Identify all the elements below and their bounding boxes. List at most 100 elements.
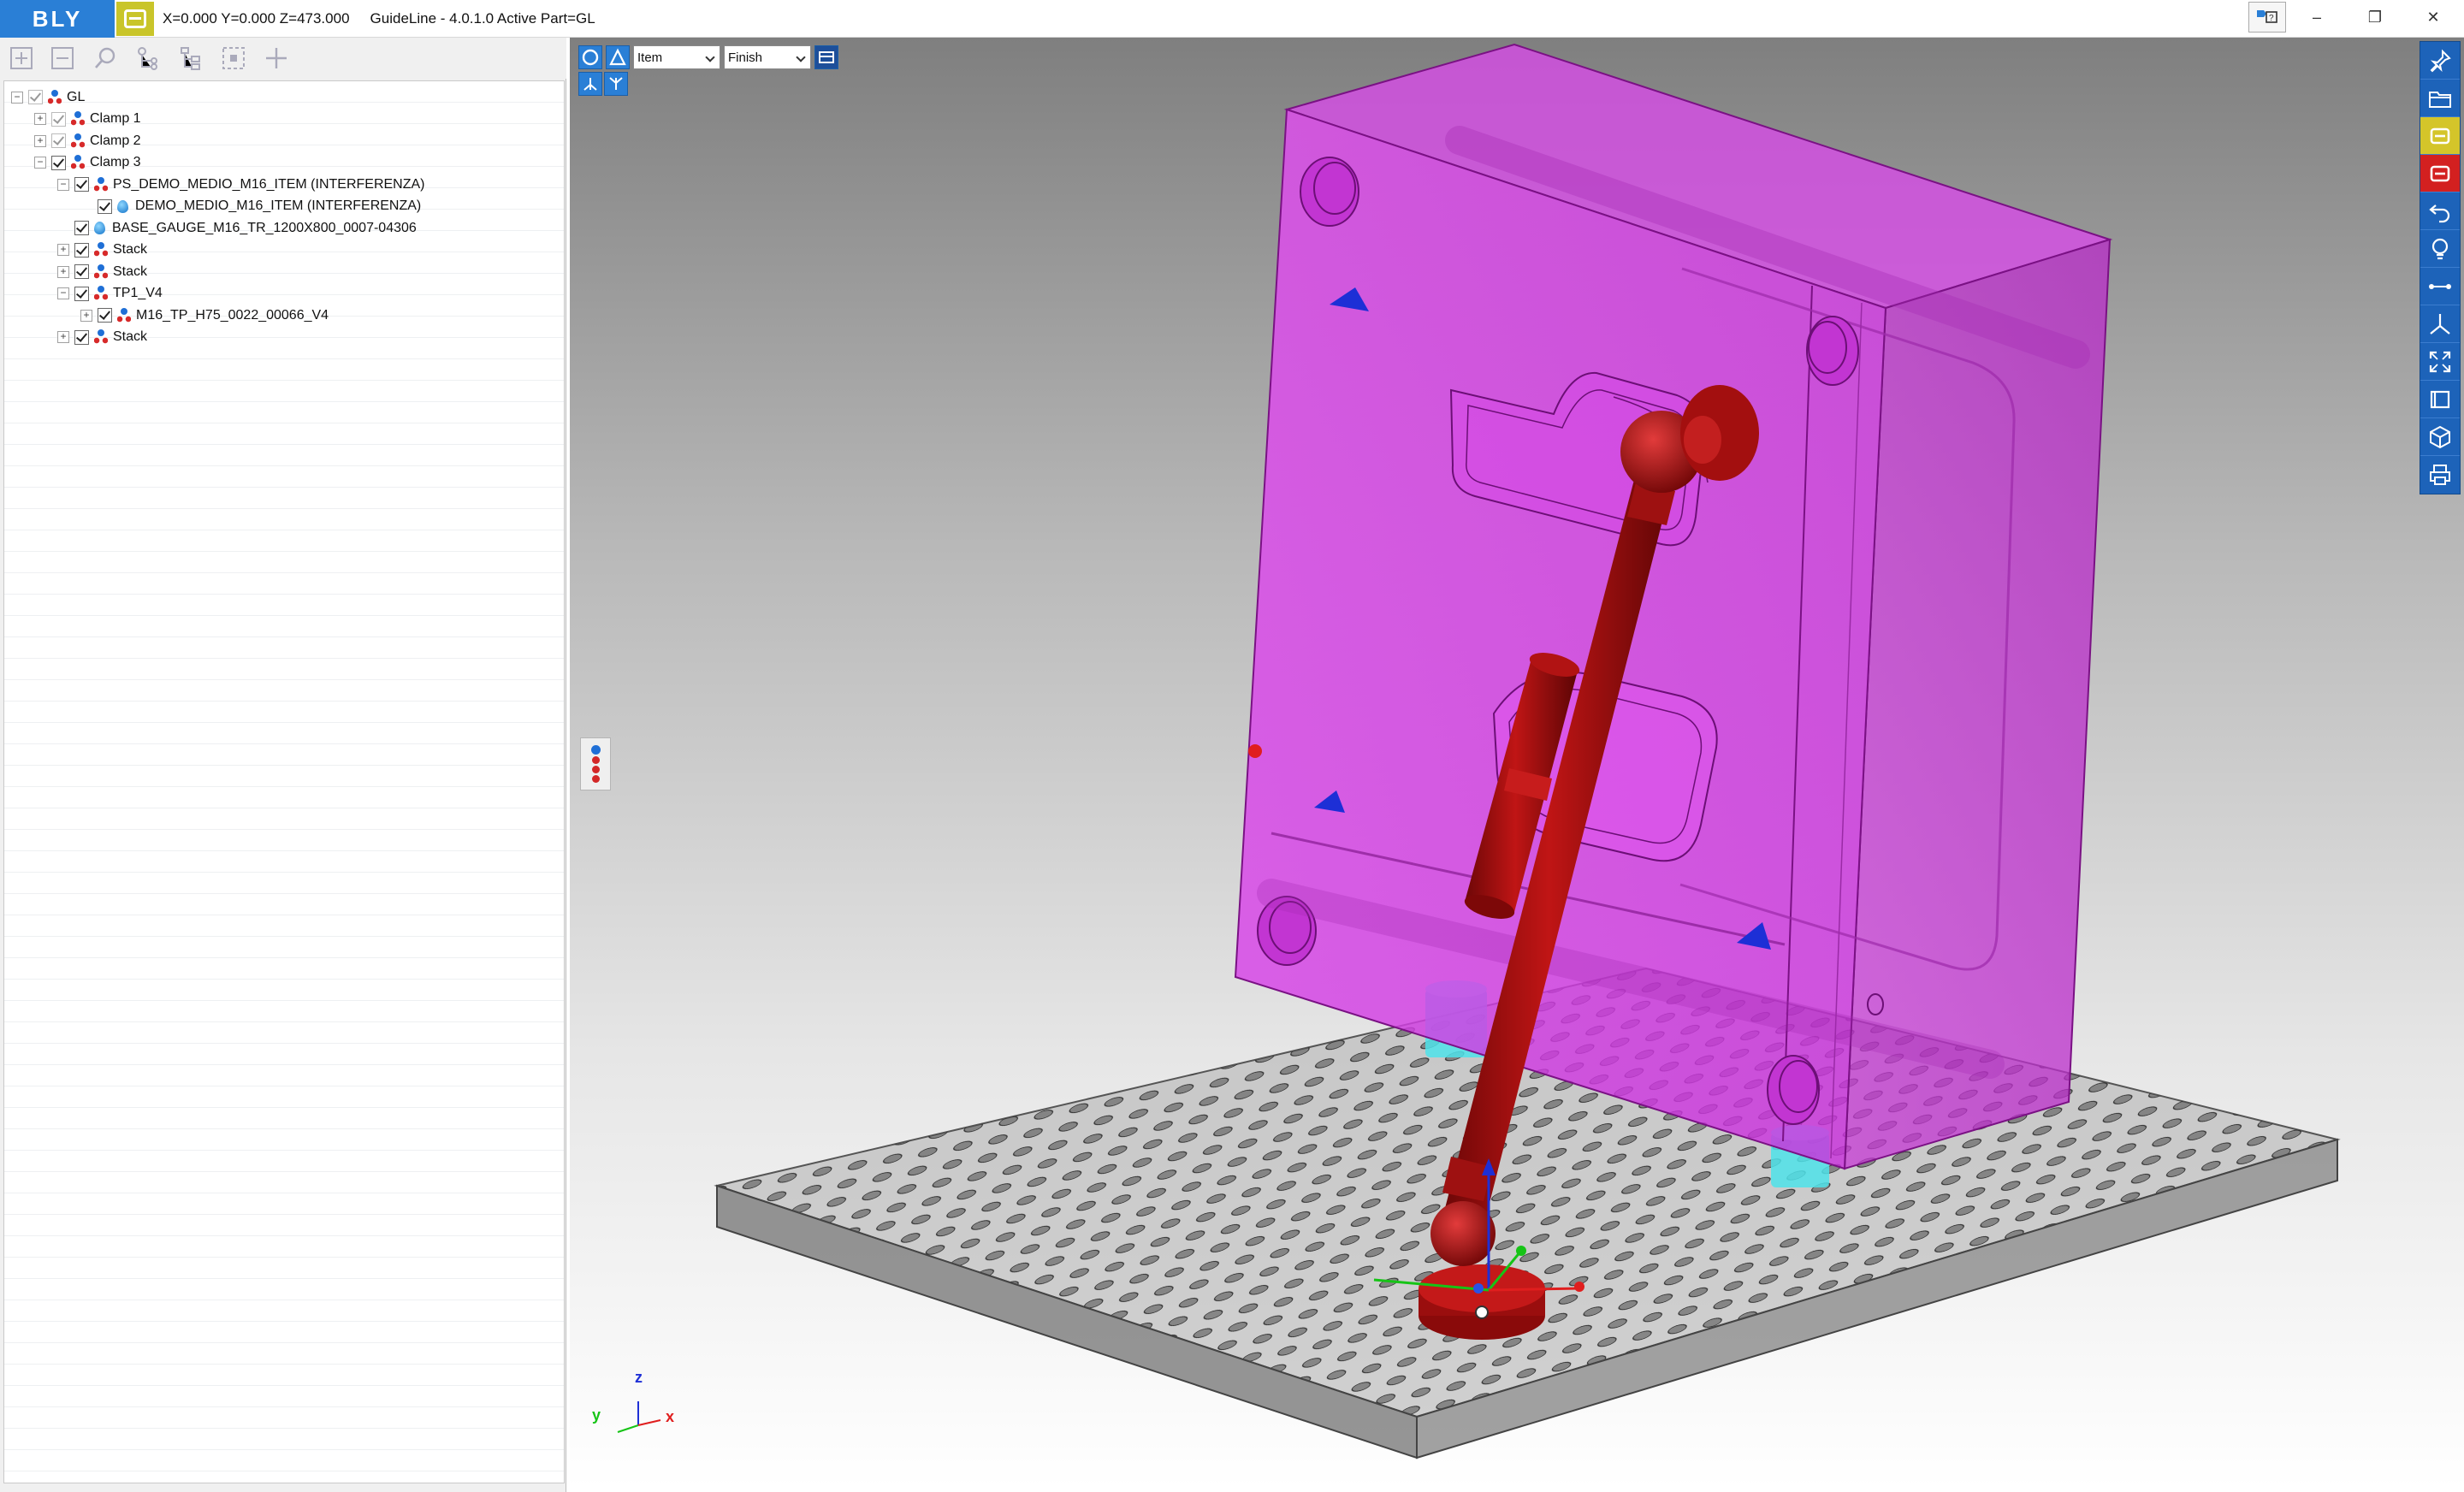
window-title: X=0.000 Y=0.000 Z=473.000 GuideLine - 4.0…	[163, 10, 595, 27]
item-select[interactable]: Item	[633, 45, 720, 69]
visibility-checkbox[interactable]	[74, 242, 89, 258]
section-view-icon[interactable]	[578, 72, 602, 96]
tree-item[interactable]: + Clamp 1	[34, 109, 141, 130]
part-icon	[94, 222, 105, 234]
search-icon[interactable]	[89, 43, 121, 74]
tree-item[interactable]: + Stack	[57, 327, 147, 348]
visibility-checkbox[interactable]	[74, 221, 89, 235]
3d-viewport[interactable]: z y x Item Finish	[570, 38, 2464, 1489]
view-toolbar-secondary	[578, 72, 628, 96]
finish-select[interactable]: Finish	[724, 45, 811, 69]
shading-mode-icon[interactable]	[578, 45, 602, 69]
tree-item[interactable]: + Stack	[57, 240, 147, 261]
expand-toggle[interactable]: +	[34, 134, 46, 147]
tree-item-label: BASE_GAUGE_M16_TR_1200X800_0007-04306	[112, 220, 417, 235]
coordinate-readout: X=0.000 Y=0.000 Z=473.000	[163, 10, 350, 27]
assembly-tree-panel: − GL + Clamp 1 + Clamp 2 − Clamp 3 − PS_DEMO_MEDI…	[0, 38, 566, 1492]
visibility-checkbox[interactable]	[51, 155, 66, 170]
group-icon	[94, 242, 108, 258]
assembly-tree: − GL + Clamp 1 + Clamp 2 − Clamp 3 − PS_DEMO_MEDI…	[3, 80, 565, 1483]
add-icon[interactable]	[260, 43, 293, 74]
panel-collapse-handle[interactable]	[580, 737, 611, 790]
red-module-icon[interactable]	[2420, 155, 2460, 192]
expand-toggle[interactable]: +	[57, 331, 69, 343]
tree-item-label: PS_DEMO_MEDIO_M16_ITEM (INTERFERENZA)	[113, 176, 425, 192]
group-icon	[71, 111, 85, 127]
expand-all-icon[interactable]	[5, 43, 38, 74]
tree-item[interactable]: − PS_DEMO_MEDIO_M16_ITEM (INTERFERENZA)	[57, 174, 425, 195]
tree-item[interactable]: + Stack	[57, 261, 147, 282]
cube-view-icon[interactable]	[2420, 418, 2460, 456]
visibility-checkbox[interactable]	[74, 177, 89, 192]
view-toolbar: Item Finish	[578, 43, 838, 72]
transparency-mode-icon[interactable]	[606, 45, 630, 69]
fit-all-icon[interactable]	[2420, 343, 2460, 381]
reference-point-marker[interactable]	[1248, 744, 1262, 758]
collapse-toggle[interactable]: −	[11, 91, 23, 104]
undo-icon[interactable]	[2420, 192, 2460, 230]
visibility-checkbox[interactable]	[74, 286, 89, 301]
group-icon	[94, 176, 108, 192]
app-title: GuideLine - 4.0.1.0 Active Part=GL	[370, 10, 595, 27]
maximize-button[interactable]: ❐	[2348, 0, 2402, 34]
tree-item-label: Clamp 2	[90, 133, 141, 148]
minimize-button[interactable]: –	[2289, 0, 2344, 34]
yellow-module-icon[interactable]	[2420, 117, 2460, 155]
axis-z-label: z	[635, 1369, 643, 1386]
tree-item[interactable]: + Clamp 2	[34, 130, 141, 151]
expand-toggle[interactable]: +	[34, 113, 46, 125]
tree-item-label: DEMO_MEDIO_M16_ITEM (INTERFERENZA)	[135, 198, 422, 213]
expand-toggle[interactable]: +	[57, 265, 69, 278]
pin-icon[interactable]	[2420, 42, 2460, 80]
open-folder-icon[interactable]	[2420, 80, 2460, 117]
group-icon	[71, 155, 85, 170]
expand-toggle[interactable]: +	[80, 309, 92, 322]
tree-item-label: Stack	[113, 329, 148, 344]
print-icon[interactable]	[2420, 456, 2460, 494]
mold-part[interactable]	[1234, 43, 2113, 1170]
axis-x-label: x	[666, 1408, 675, 1425]
group-icon	[94, 329, 108, 345]
visibility-checkbox[interactable]	[51, 133, 66, 148]
view-box-icon[interactable]	[2420, 381, 2460, 418]
help-context-icon[interactable]: ?	[2248, 2, 2286, 33]
right-toolbar	[2420, 41, 2461, 494]
view-options-icon[interactable]	[814, 45, 838, 69]
visibility-checkbox[interactable]	[98, 308, 112, 323]
title-bar: BLY X=0.000 Y=0.000 Z=473.000 GuideLine -…	[0, 0, 2464, 38]
tree-item[interactable]: DEMO_MEDIO_M16_ITEM (INTERFERENZA)	[80, 196, 421, 217]
visibility-checkbox[interactable]	[51, 111, 66, 127]
tree-connector	[80, 200, 92, 212]
tree-item[interactable]: + M16_TP_H75_0022_00066_V4	[80, 305, 329, 326]
group-icon	[71, 133, 85, 149]
tree-structure-icon[interactable]	[175, 43, 207, 74]
group-icon	[117, 307, 131, 323]
tree-item[interactable]: BASE_GAUGE_M16_TR_1200X800_0007-04306	[57, 217, 417, 239]
collapse-toggle[interactable]: −	[57, 287, 69, 299]
section-flip-icon[interactable]	[604, 72, 628, 96]
tree-item-label: Clamp 3	[90, 155, 141, 169]
collapse-toggle[interactable]: −	[57, 178, 69, 191]
expand-toggle[interactable]: +	[57, 244, 69, 256]
tree-item-label: Stack	[113, 263, 148, 279]
module-icon[interactable]	[116, 2, 154, 36]
collapse-toggle[interactable]: −	[34, 157, 46, 169]
collapse-all-icon[interactable]	[46, 43, 79, 74]
visibility-checkbox[interactable]	[98, 198, 112, 214]
measure-distance-icon[interactable]	[2420, 268, 2460, 305]
tree-filter-icon[interactable]	[132, 43, 164, 74]
visibility-checkbox[interactable]	[74, 329, 89, 345]
axis-triad	[617, 1401, 661, 1433]
select-box-icon[interactable]	[217, 43, 250, 74]
tree-item[interactable]: − GL	[11, 86, 85, 108]
visibility-checkbox[interactable]	[74, 264, 89, 279]
3d-scene[interactable]	[570, 38, 2464, 1489]
visibility-checkbox[interactable]	[28, 90, 43, 104]
tree-item[interactable]: − TP1_V4	[57, 283, 163, 305]
close-button[interactable]: ✕	[2406, 0, 2461, 34]
tree-item-label: Stack	[113, 242, 148, 257]
tree-item[interactable]: − Clamp 3	[34, 152, 141, 174]
coordinate-axes-icon[interactable]	[2420, 305, 2460, 343]
tree-item-label: GL	[67, 89, 86, 104]
lightbulb-icon[interactable]	[2420, 230, 2460, 268]
